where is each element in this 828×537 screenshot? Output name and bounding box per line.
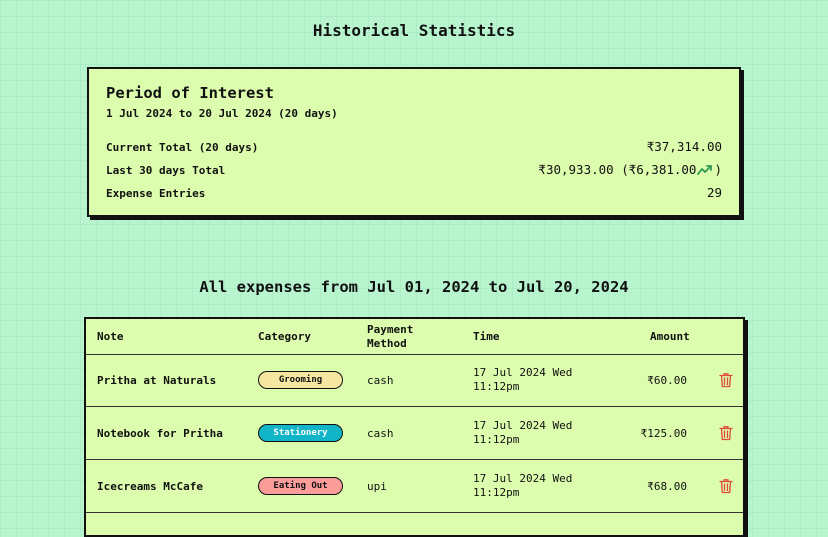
page-title: Historical Statistics [312, 21, 516, 40]
trash-icon[interactable] [719, 478, 733, 494]
expense-amount: ₹68.00 [647, 479, 687, 493]
category-badge: Grooming [258, 371, 343, 389]
period-range: 1 Jul 2024 to 20 Jul 2024 (20 days) [106, 107, 338, 120]
expense-time: 17 Jul 2024 Wed 11:12pm [473, 366, 573, 393]
delete-button[interactable] [719, 354, 733, 406]
table-row: Pritha at Naturals Grooming cash 17 Jul … [86, 354, 743, 407]
category-badge: Stationery [258, 424, 343, 442]
category-cell: Grooming [258, 354, 343, 406]
trash-icon[interactable] [719, 372, 733, 388]
column-header-category: Category [258, 329, 311, 343]
column-header-note: Note [97, 329, 124, 343]
stat-label: Last 30 days Total [106, 164, 226, 177]
category-cell: Stationery [258, 407, 343, 459]
column-header-payment-method: Payment Method [367, 322, 414, 350]
stat-value: ₹37,314.00 [646, 139, 722, 154]
stat-last-30-days: Last 30 days Total ₹30,933.00 (₹6,381.00… [106, 162, 722, 180]
expense-amount: ₹60.00 [647, 373, 687, 387]
stat-label: Expense Entries [106, 187, 206, 200]
expense-amount: ₹125.00 [640, 426, 687, 440]
period-summary-card: Period of Interest 1 Jul 2024 to 20 Jul … [87, 67, 741, 217]
stat-expense-entries: Expense Entries 29 [106, 185, 722, 203]
period-title: Period of Interest [106, 84, 274, 102]
expenses-table: Note Category Payment Method Time Amount… [84, 317, 745, 537]
stat-value-suffix: ) [714, 162, 722, 177]
expense-time: 17 Jul 2024 Wed 11:12pm [473, 472, 573, 499]
table-header: Note Category Payment Method Time Amount [86, 319, 743, 355]
delete-button[interactable] [719, 407, 733, 459]
payment-method: upi [367, 479, 387, 493]
stat-label: Current Total (20 days) [106, 141, 259, 154]
delete-button[interactable] [719, 460, 733, 512]
payment-method: cash [367, 373, 394, 387]
column-header-time: Time [473, 329, 500, 343]
expense-time: 17 Jul 2024 Wed 11:12pm [473, 419, 573, 446]
stat-value-text: ₹30,933.00 (₹6,381.00 [538, 162, 697, 177]
table-row: Icecreams McCafe Eating Out upi 17 Jul 2… [86, 460, 743, 513]
expenses-section-title: All expenses from Jul 01, 2024 to Jul 20… [199, 278, 629, 296]
stat-value: ₹30,933.00 (₹6,381.00 ) [538, 162, 722, 177]
stat-value: 29 [706, 185, 722, 200]
expense-note: Notebook for Pritha [97, 426, 223, 440]
expense-note: Icecreams McCafe [97, 479, 203, 493]
payment-method: cash [367, 426, 394, 440]
trash-icon[interactable] [719, 425, 733, 441]
table-row: Notebook for Pritha Stationery cash 17 J… [86, 407, 743, 460]
trend-up-icon [697, 164, 713, 175]
stat-current-total: Current Total (20 days) ₹37,314.00 [106, 139, 722, 157]
expense-note: Pritha at Naturals [97, 373, 217, 387]
category-badge: Eating Out [258, 477, 343, 495]
column-header-amount: Amount [650, 329, 690, 343]
category-cell: Eating Out [258, 460, 343, 512]
